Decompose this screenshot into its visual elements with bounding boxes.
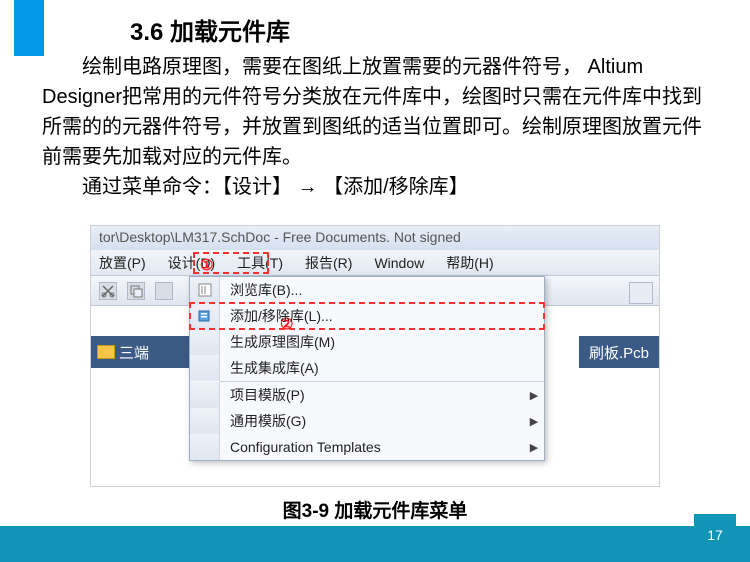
tab-left-label: 三端 xyxy=(119,342,149,363)
paragraph-1: 绘制电路原理图，需要在图纸上放置需要的元器件符号， Altium Designe… xyxy=(42,52,707,172)
submenu-arrow-icon: ▶ xyxy=(524,415,544,428)
altium-screenshot: tor\Desktop\LM317.SchDoc - Free Document… xyxy=(90,225,660,487)
submenu-arrow-icon: ▶ xyxy=(524,389,544,402)
menu-item-gen-intlib[interactable]: 生成集成库(A) xyxy=(190,355,544,381)
menu-item-add-remove-lib[interactable]: 添加/移除库(L)... xyxy=(190,303,544,329)
window-titlebar: tor\Desktop\LM317.SchDoc - Free Document… xyxy=(91,226,659,250)
tab-right-label: 刷板.Pcb xyxy=(589,342,649,363)
cut-icon[interactable] xyxy=(99,282,117,300)
menu-item-project-templates[interactable]: 项目模版(P) ▶ xyxy=(190,382,544,408)
folder-icon xyxy=(97,345,115,359)
copy-icon[interactable] xyxy=(127,282,145,300)
menu-tools[interactable]: 工具(T) xyxy=(237,253,283,273)
tab-left[interactable]: 三端 xyxy=(91,336,189,368)
menubar: 放置(P) 设计(D) 工具(T) 报告(R) Window 帮助(H) xyxy=(91,250,659,276)
menu-item-browse-lib[interactable]: 浏览库(B)... xyxy=(190,277,544,303)
library-icon xyxy=(197,282,213,298)
menu-item-config-templates[interactable]: Configuration Templates ▶ xyxy=(190,434,544,460)
slide-accent-marker xyxy=(14,0,44,56)
menu-item-gen-schlib[interactable]: 生成原理图库(M) xyxy=(190,329,544,355)
callout-1: ① xyxy=(200,256,213,274)
page-number: 17 xyxy=(694,514,736,556)
body-text: 绘制电路原理图，需要在图纸上放置需要的元器件符号， Altium Designe… xyxy=(42,52,707,202)
toolbar-right-icon[interactable] xyxy=(629,282,653,304)
section-heading: 3.6 加载元件库 xyxy=(130,12,290,47)
tab-right[interactable]: 刷板.Pcb xyxy=(579,336,659,368)
menu-item-general-templates[interactable]: 通用模版(G) ▶ xyxy=(190,408,544,434)
menu-place[interactable]: 放置(P) xyxy=(99,253,146,273)
add-lib-icon xyxy=(197,308,213,324)
menu-window[interactable]: Window xyxy=(374,255,424,271)
submenu-arrow-icon: ▶ xyxy=(524,441,544,454)
menu-help[interactable]: 帮助(H) xyxy=(446,253,493,273)
figure-caption: 图3-9 加载元件库菜单 xyxy=(0,496,750,523)
slide-footer-bar xyxy=(0,526,750,562)
paragraph-2: 通过菜单命令：【设计】 → 【添加/移除库】 xyxy=(42,172,707,202)
paste-icon[interactable] xyxy=(155,282,173,300)
menu-report[interactable]: 报告(R) xyxy=(305,253,352,273)
design-dropdown: 浏览库(B)... 添加/移除库(L)... 生成原理图库(M) 生成集成库(A… xyxy=(189,276,545,461)
